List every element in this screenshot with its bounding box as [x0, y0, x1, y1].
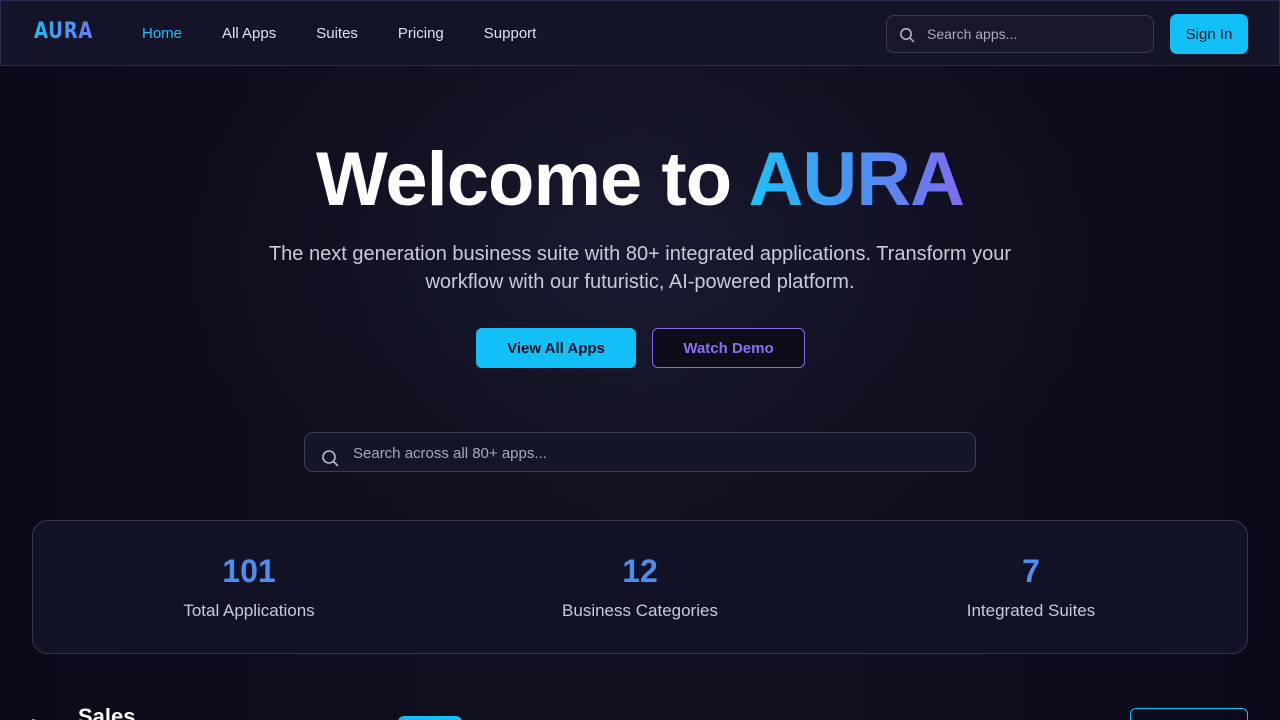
stat-value: 12	[622, 553, 658, 589]
stat-integrated-suites: 7 Integrated Suites	[831, 553, 1231, 621]
nav-link-suites[interactable]: Suites	[316, 25, 358, 42]
chart-icon	[32, 712, 62, 720]
hero-search-box[interactable]	[304, 432, 976, 472]
hero-title-brand: AURA	[748, 137, 965, 222]
stat-total-applications: 101 Total Applications	[49, 553, 449, 621]
sales-section-header: Sales	[32, 700, 1248, 720]
nav-search-box[interactable]	[886, 15, 1154, 53]
stat-label: Integrated Suites	[966, 601, 1096, 620]
logo[interactable]: AURA	[34, 19, 93, 44]
stats-panel: 101 Total Applications 12 Business Categ…	[32, 520, 1248, 654]
view-all-apps-button[interactable]: View All Apps	[476, 328, 636, 368]
sign-in-button[interactable]: Sign In	[1170, 14, 1248, 54]
stat-label: Business Categories	[562, 601, 718, 620]
nav-links: Home All Apps Suites Pricing Support	[142, 25, 576, 42]
stat-value: 101	[222, 553, 276, 589]
nav-link-pricing[interactable]: Pricing	[398, 25, 444, 42]
top-navbar: AURA Home All Apps Suites Pricing Suppor…	[0, 0, 1280, 66]
stat-value: 7	[1022, 553, 1040, 589]
hero-title: Welcome to AURA	[0, 136, 1280, 223]
section-badge	[398, 716, 462, 720]
section-title: Sales	[78, 704, 136, 720]
stat-business-categories: 12 Business Categories	[440, 553, 840, 621]
nav-search-input[interactable]	[927, 24, 1142, 44]
nav-link-support[interactable]: Support	[484, 25, 537, 42]
section-action-button[interactable]	[1130, 708, 1248, 720]
hero-title-prefix: Welcome to	[316, 137, 749, 222]
nav-link-home[interactable]: Home	[142, 25, 182, 42]
search-icon	[899, 27, 915, 48]
stat-label: Total Applications	[183, 601, 315, 620]
hero-search-input[interactable]	[353, 443, 953, 463]
hero-subtitle: The next generation business suite with …	[268, 243, 1012, 293]
watch-demo-button[interactable]: Watch Demo	[652, 328, 805, 368]
nav-link-all-apps[interactable]: All Apps	[222, 25, 276, 42]
search-icon	[321, 449, 339, 472]
